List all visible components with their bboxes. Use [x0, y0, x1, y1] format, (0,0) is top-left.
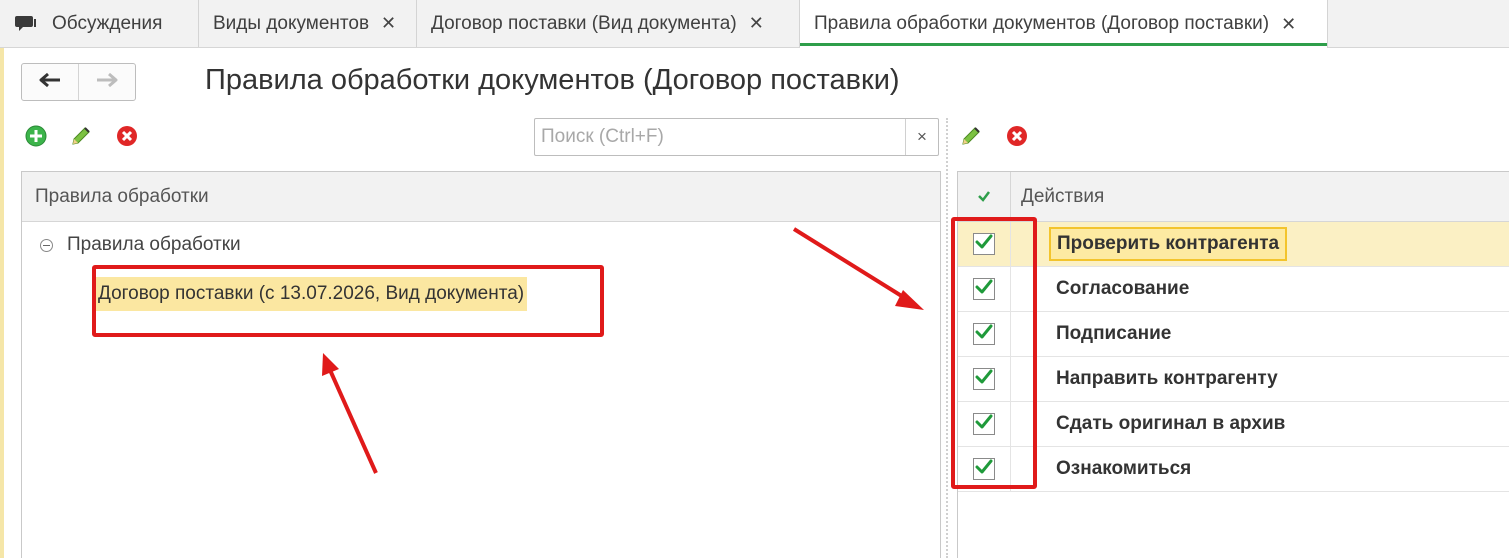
- annotation-arrow-right: [792, 227, 910, 302]
- annotation-arrows: [322, 227, 924, 474]
- annotation-arrow-up: [328, 369, 378, 474]
